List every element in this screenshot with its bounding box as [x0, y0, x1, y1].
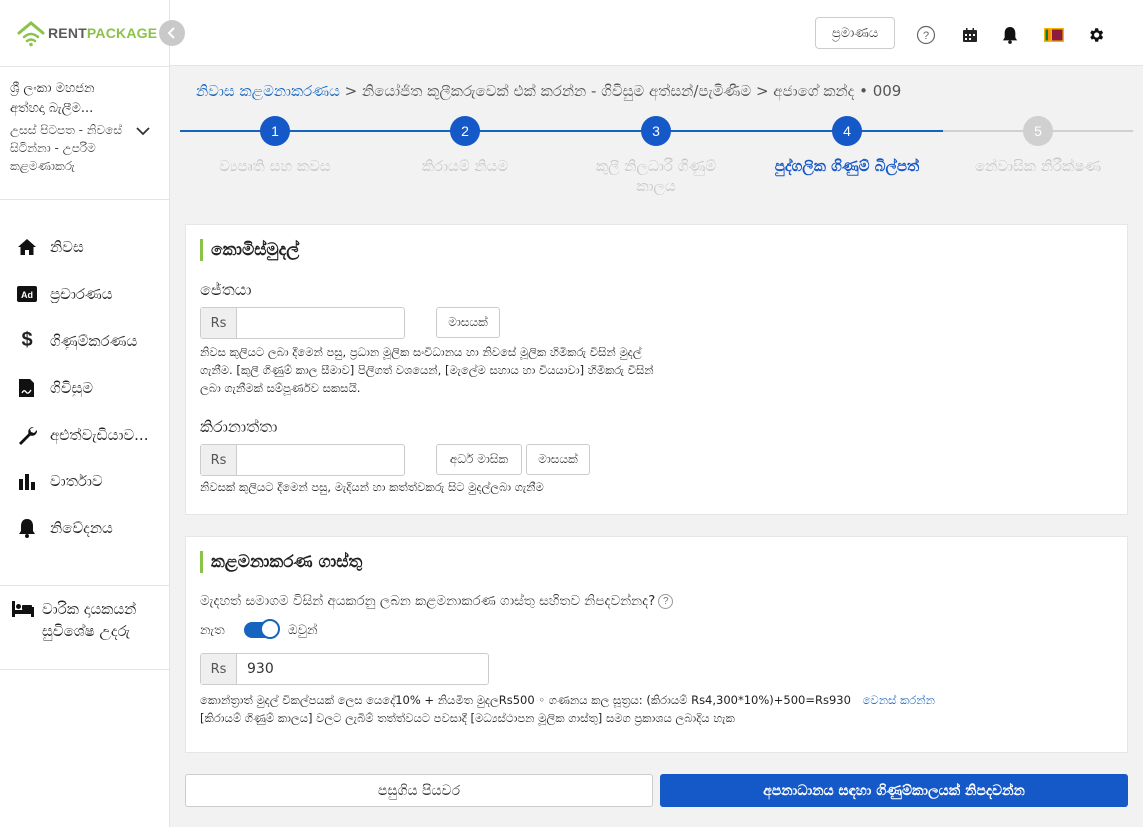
sidebar-item-label: ගිවිසුම	[50, 378, 94, 397]
sidebar-item-contract[interactable]: ගිවිසුම	[0, 364, 170, 411]
svg-text:?: ?	[923, 30, 929, 42]
management-fee-toggle[interactable]	[244, 619, 280, 639]
management-fee-title: කළමනාකරණ ගාස්තු	[200, 551, 362, 573]
ad-icon: Ad	[16, 283, 38, 305]
sri-lanka-flag-icon[interactable]	[1043, 24, 1065, 46]
breadcrumb-rest: > නියෝජිත කුලීකරුවෙක් එක් කරන්න - ගිවිසු…	[339, 82, 902, 100]
step-label-3: කුලී නිලධාරී ගිණුම් කාලය	[595, 157, 717, 195]
step-circle-2[interactable]: 2	[450, 116, 480, 146]
sidebar-item-label: නිවේදනය	[50, 519, 113, 538]
sidebar-item-notifications[interactable]: නිවේදනය	[0, 505, 170, 552]
currency-prefix: Rs	[201, 654, 237, 684]
agent-period-month-button[interactable]: මාසයක්	[436, 307, 500, 338]
home-icon	[16, 236, 38, 258]
sidebar-item-advertising[interactable]: Ad ප්‍රචාරණය	[0, 271, 170, 318]
contract-icon	[16, 377, 38, 399]
tenant-amount-value	[237, 445, 247, 475]
svg-text:Ad: Ad	[21, 290, 33, 300]
agent-amount-value	[237, 308, 247, 338]
sidebar: RENTPACKAGE ශ්‍රී ලංකා මහජන අත්හදා බැලීම…	[0, 0, 170, 827]
top-bar: ප්‍රමාණය ?	[170, 0, 1143, 66]
management-fee-formula: කොන්ත්‍රාත් මුදල් විකල්පයක් ලෙස යෙදේ10% …	[200, 691, 1110, 709]
previous-step-button[interactable]: පසුගිය පියවර	[185, 774, 653, 807]
collapse-sidebar-button[interactable]	[159, 20, 185, 46]
help-icon[interactable]: ?	[915, 24, 937, 46]
stepper: 1 ව්‍යපෘති සහ කවස 2 කිරායම් නියම 3 කුලී …	[180, 116, 1133, 200]
sidebar-item-premium[interactable]: වාරික දායකයන් සුවිශේෂ උදරු	[0, 585, 170, 670]
currency-prefix: Rs	[201, 445, 237, 475]
sidebar-item-label: නිවස	[50, 238, 84, 257]
bar-chart-icon	[16, 470, 38, 492]
tenant-period-half-month-button[interactable]: අර්ධ මාසික	[436, 444, 522, 475]
settings-gear-icon[interactable]	[1085, 24, 1107, 46]
advertise-button[interactable]: ප්‍රමාණය	[815, 17, 895, 49]
step-label-2: කිරායම් නියම	[421, 157, 509, 175]
step-label-4: පුද්ගලික ගිණුම් බිල්පත්	[774, 157, 920, 175]
sidebar-item-label: ප්‍රචාරණය	[50, 285, 113, 304]
help-icon[interactable]: ?	[658, 593, 674, 609]
step-label-1: ව්‍යපෘති සහ කවස	[219, 157, 331, 175]
account-role: උසස් පිටපත - නිවසේ සිටින්නා - උපරිම කළමණ…	[10, 123, 122, 173]
account-name: ශ්‍රී ලංකා මහජන අත්හදා බැලීම...	[10, 81, 95, 116]
change-formula-link[interactable]: වෙනස් කරන්න	[863, 693, 935, 707]
management-fee-card: කළමනාකරණ ගාස්තු මැදහත් සමාගම විසින් අයකර…	[185, 536, 1128, 753]
currency-prefix: Rs	[201, 308, 237, 338]
commission-title: කොමිස්මුදල්	[200, 239, 299, 261]
sidebar-item-maintenance[interactable]: අළුත්වැඩියාව...	[0, 411, 170, 458]
wrench-icon	[16, 424, 38, 446]
dollar-icon: $	[21, 329, 33, 352]
stepper-progress-line	[180, 130, 943, 132]
bed-icon	[12, 598, 34, 620]
management-fee-input[interactable]: Rs 930	[200, 653, 489, 685]
sidebar-item-accounting[interactable]: $ ගිණුම්කරණය	[0, 318, 170, 365]
create-billing-period-button[interactable]: අපනාධානය සඳහා ගිණුම්කාලයක් නිපදවන්න	[660, 774, 1128, 807]
logo[interactable]: RENTPACKAGE	[16, 18, 157, 48]
management-fee-value: 930	[247, 661, 274, 677]
toggle-on-label: ඔවුන්	[288, 623, 318, 638]
bell-icon	[16, 517, 38, 539]
chevron-down-icon[interactable]	[136, 125, 150, 140]
management-fee-question-text: මැදහත් සමාගම විසින් අයකරනු ලබන කළමනාකරණ …	[200, 593, 656, 609]
calendar-icon[interactable]	[959, 24, 981, 46]
notification-bell-icon[interactable]	[999, 24, 1021, 46]
agent-amount-input[interactable]: Rs	[200, 307, 405, 339]
chevron-left-icon	[167, 27, 175, 39]
breadcrumb-link-house-management[interactable]: නිවාස කළමනාකරණය	[196, 82, 340, 100]
step-label-5: නේවාසික නිරීක්ෂණ	[974, 157, 1102, 175]
toggle-off-label: නැත	[200, 623, 225, 638]
sidebar-item-label: ගිණුම්කරණය	[50, 331, 138, 350]
breadcrumb: නිවාස කළමනාකරණය > නියෝජිත කුලීකරුවෙක් එක…	[196, 82, 901, 100]
sidebar-item-label: වාරික දායකයන් සුවිශේෂ උදරු	[42, 600, 137, 640]
sidebar-item-label: අළුත්වැඩියාව...	[50, 425, 149, 444]
tenant-period-month-button[interactable]: මාසයක්	[526, 444, 590, 475]
logo-icon	[16, 19, 46, 47]
agent-label: ජේතයා	[200, 280, 252, 299]
sidebar-item-reports[interactable]: වාර්තාව	[0, 458, 170, 505]
tenant-label: කිරානාත්තා	[200, 417, 278, 436]
tenant-description: නිවසක් කුලියට දීමෙන් පසු, මැදියන් හා කත්…	[200, 480, 544, 494]
sidebar-item-home[interactable]: නිවස	[0, 224, 170, 271]
step-circle-3[interactable]: 3	[641, 116, 671, 146]
management-fee-note: [කිරායම් ගිණුම් කාලය] වලට ලැබීම් තත්ත්වය…	[200, 711, 735, 725]
management-fee-question: මැදහත් සමාගම විසින් අයකරනු ලබන කළමනාකරණ …	[200, 593, 674, 609]
account-switcher[interactable]: ශ්‍රී ලංකා මහජන අත්හදා බැලීම... උසස් පිට…	[0, 66, 170, 200]
tenant-amount-input[interactable]: Rs	[200, 444, 405, 476]
formula-text: කොන්ත්‍රාත් මුදල් විකල්පයක් ලෙස යෙදේ10% …	[200, 693, 851, 707]
sidebar-item-label: වාර්තාව	[50, 472, 103, 491]
sidebar-nav: නිවස Ad ප්‍රචාරණය $ ගිණුම්කරණය ගිවිසුම අ…	[0, 224, 170, 552]
step-circle-1[interactable]: 1	[260, 116, 290, 146]
step-circle-4[interactable]: 4	[832, 116, 862, 146]
agent-description: නිවස කුලියට ලබා දීමෙන් පසු, ප්‍රධාන මූලි…	[200, 345, 654, 395]
commission-card: කොමිස්මුදල් ජේතයා Rs මාසයක් නිවස කුලියට …	[185, 224, 1128, 515]
step-circle-5[interactable]: 5	[1023, 116, 1053, 146]
logo-text-package: PACKAGE	[86, 25, 158, 41]
logo-text-rent: RENT	[48, 25, 87, 41]
